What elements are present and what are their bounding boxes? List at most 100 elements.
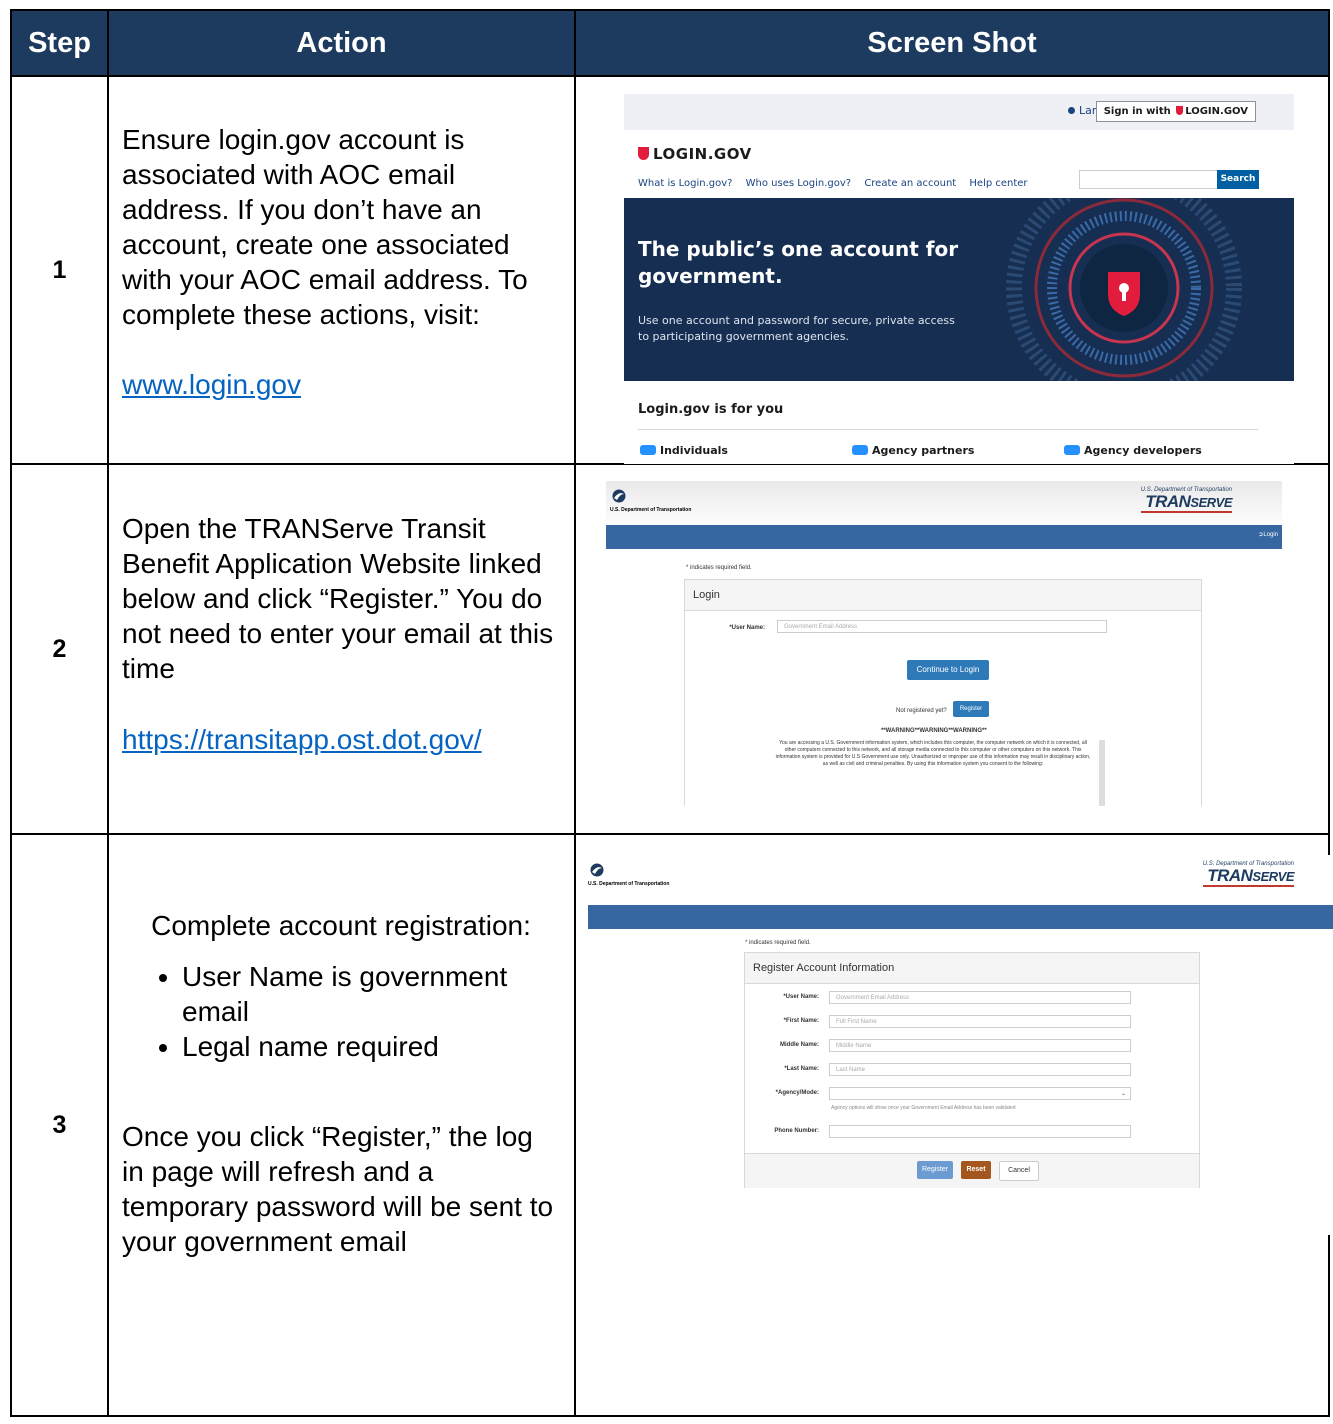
signin-brand: LOGIN.GOV	[1185, 106, 1248, 117]
brand-tran: TRAN	[1207, 866, 1253, 885]
username-label: *User Name:	[729, 625, 765, 631]
category-agency-partners[interactable]: Agency partners	[852, 444, 974, 457]
search-input[interactable]	[1079, 170, 1219, 189]
dot-logo-icon	[590, 863, 604, 877]
shield-icon	[1176, 106, 1184, 115]
cancel-button[interactable]: Cancel	[999, 1161, 1039, 1181]
continue-button[interactable]: Continue to Login	[907, 660, 989, 680]
brand-tran: TRAN	[1145, 492, 1191, 511]
action-text-2: Open the TRANServe Transit Benefit Appli…	[122, 513, 554, 684]
nav-who-uses[interactable]: Who uses Login.gov?	[746, 178, 851, 189]
logingov-screenshot: Language ⌄ Sign in with LOGIN.GOV LOGIN.…	[624, 94, 1294, 464]
transerve-logo: U.S. Department of Transportation TRANSE…	[1140, 487, 1232, 513]
signin-label: Sign in with	[1103, 106, 1171, 117]
screenshot-cell-3: U.S. Department of Transportation U.S. D…	[574, 833, 1333, 1417]
first-name-input[interactable]: Full First Name	[829, 1015, 1131, 1028]
screenshot-cell-2: U.S. Department of Transportation U.S. D…	[574, 463, 1330, 835]
category-label: Agency developers	[1084, 444, 1202, 457]
header-action: Action	[107, 9, 576, 77]
login-link[interactable]: ➲Login	[1258, 531, 1278, 538]
terminal-icon	[1064, 445, 1080, 455]
warning-text: You are accessing a U.S. Government info…	[775, 740, 1091, 767]
requirement-item: User Name is government email	[182, 959, 560, 1029]
header-screenshot: Screen Shot	[574, 9, 1330, 77]
brand-serve: SERVE	[1252, 869, 1294, 884]
requirements-list: User Name is government email Legal name…	[122, 959, 560, 1064]
phone-input[interactable]	[829, 1125, 1131, 1138]
search-button[interactable]: Search	[1217, 170, 1259, 189]
register-button[interactable]: Register	[953, 701, 989, 717]
for-you-heading: Login.gov is for you	[638, 402, 784, 417]
lock-emblem-icon	[1006, 198, 1242, 381]
category-agency-developers[interactable]: Agency developers	[1064, 444, 1202, 457]
agency-select[interactable]: ⌄	[829, 1087, 1131, 1100]
nav-create-account[interactable]: Create an account	[864, 178, 956, 189]
last-name-label: *Last Name:	[784, 1066, 819, 1072]
required-note: * indicates required field.	[745, 940, 811, 946]
form-footer: Register Reset Cancel	[745, 1153, 1199, 1188]
brand-serve: SERVE	[1190, 495, 1232, 510]
panel-title: Register Account Information	[745, 953, 1199, 984]
screenshot-cell-1: Language ⌄ Sign in with LOGIN.GOV LOGIN.…	[574, 75, 1330, 465]
username-label: *User Name:	[783, 994, 819, 1000]
nav-what-is[interactable]: What is Login.gov?	[638, 178, 732, 189]
signin-button[interactable]: Sign in with LOGIN.GOV	[1095, 101, 1256, 122]
logingov-logo[interactable]: LOGIN.GOV	[638, 145, 752, 163]
nav-help-center[interactable]: Help center	[969, 178, 1027, 189]
username-input[interactable]: Government Email Address	[777, 620, 1107, 633]
step-number-3: 3	[10, 833, 109, 1417]
login-panel: Login *User Name: Government Email Addre…	[684, 579, 1202, 806]
register-panel: Register Account Information *User Name:…	[744, 952, 1200, 1188]
last-name-input[interactable]: Last Name	[829, 1063, 1131, 1076]
nav-bar	[588, 905, 1333, 929]
action-outro-3: Once you click “Register,” the log in pa…	[122, 1121, 554, 1257]
agency-hint: Agency options will show once your Gover…	[831, 1105, 1016, 1111]
step-row-1: 1 Ensure login.gov account is associated…	[10, 75, 1330, 465]
login-gov-link[interactable]: www.login.gov	[122, 369, 301, 400]
header-step: Step	[10, 9, 109, 77]
middle-name-input[interactable]: Middle Name	[829, 1039, 1131, 1052]
logingov-topbar: Language ⌄ Sign in with LOGIN.GOV	[624, 94, 1294, 130]
dot-logo-icon	[612, 489, 626, 503]
transerve-login-screenshot: U.S. Department of Transportation U.S. D…	[606, 481, 1282, 806]
nav-bar: ➲Login	[606, 525, 1282, 549]
dot-name: U.S. Department of Transportation	[588, 881, 670, 887]
hero-banner: The public’s one account for government.…	[624, 198, 1294, 381]
reset-button[interactable]: Reset	[961, 1161, 991, 1179]
phone-label: Phone Number:	[774, 1128, 819, 1134]
action-cell-2: Open the TRANServe Transit Benefit Appli…	[107, 463, 576, 835]
step-number-2: 2	[10, 463, 109, 835]
agency-label: *Agency/Mode:	[775, 1090, 819, 1096]
requirement-item: Legal name required	[182, 1029, 560, 1064]
required-note: * indicates required field.	[686, 565, 752, 571]
register-button[interactable]: Register	[917, 1161, 953, 1179]
transerve-header: U.S. Department of Transportation U.S. D…	[588, 855, 1333, 899]
panel-title: Login	[685, 580, 1201, 611]
middle-name-label: Middle Name:	[779, 1042, 819, 1048]
transerve-logo: U.S. Department of Transportation TRANSE…	[1202, 861, 1294, 887]
username-input[interactable]: Government Email Address	[829, 991, 1131, 1004]
hero-subtitle: Use one account and password for secure,…	[638, 314, 955, 343]
people-icon	[640, 445, 656, 455]
login-link-label: Login	[1263, 532, 1278, 538]
logingov-nav: What is Login.gov? Who uses Login.gov? C…	[638, 178, 1038, 189]
chevron-down-icon: ⌄	[1120, 1091, 1126, 1097]
step-row-2: 2 Open the TRANServe Transit Benefit App…	[10, 463, 1330, 835]
step-number-1: 1	[10, 75, 109, 465]
warning-scrollbar[interactable]	[1099, 740, 1105, 806]
first-name-label: *First Name:	[783, 1018, 819, 1024]
divider	[638, 429, 1258, 430]
transerve-register-screenshot: U.S. Department of Transportation U.S. D…	[588, 855, 1333, 1235]
logo-text: LOGIN.GOV	[653, 145, 752, 163]
action-text-1: Ensure login.gov account is associated w…	[122, 124, 528, 330]
transitapp-link[interactable]: https://transitapp.ost.dot.gov/	[122, 724, 482, 755]
transerve-header: U.S. Department of Transportation U.S. D…	[606, 481, 1282, 525]
hero-title: The public’s one account for government.	[638, 237, 959, 288]
action-cell-3: Complete account registration: User Name…	[107, 833, 576, 1417]
not-registered-text: Not registered yet?	[896, 708, 947, 714]
dot-name: U.S. Department of Transportation	[610, 507, 692, 513]
globe-icon	[1067, 107, 1075, 114]
category-label: Agency partners	[872, 444, 975, 457]
category-individuals[interactable]: Individuals	[640, 444, 728, 457]
warning-title: **WARNING**WARNING**WARNING**	[881, 728, 987, 734]
